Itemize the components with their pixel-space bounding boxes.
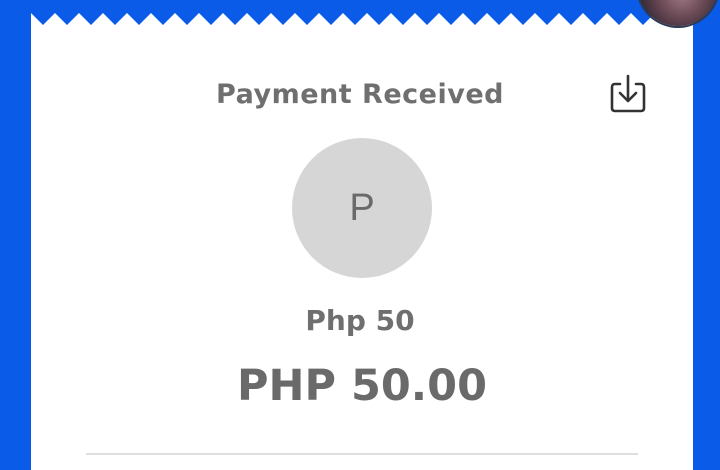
payment-amount: PHP 50.00 xyxy=(236,361,487,411)
divider xyxy=(86,453,638,455)
recipient-avatar: P xyxy=(292,138,432,278)
download-button[interactable] xyxy=(607,73,649,115)
zigzag-edge xyxy=(31,0,693,25)
recipient-name: Php 50 xyxy=(305,304,415,337)
avatar-initial: P xyxy=(349,187,375,229)
download-icon xyxy=(610,74,646,113)
